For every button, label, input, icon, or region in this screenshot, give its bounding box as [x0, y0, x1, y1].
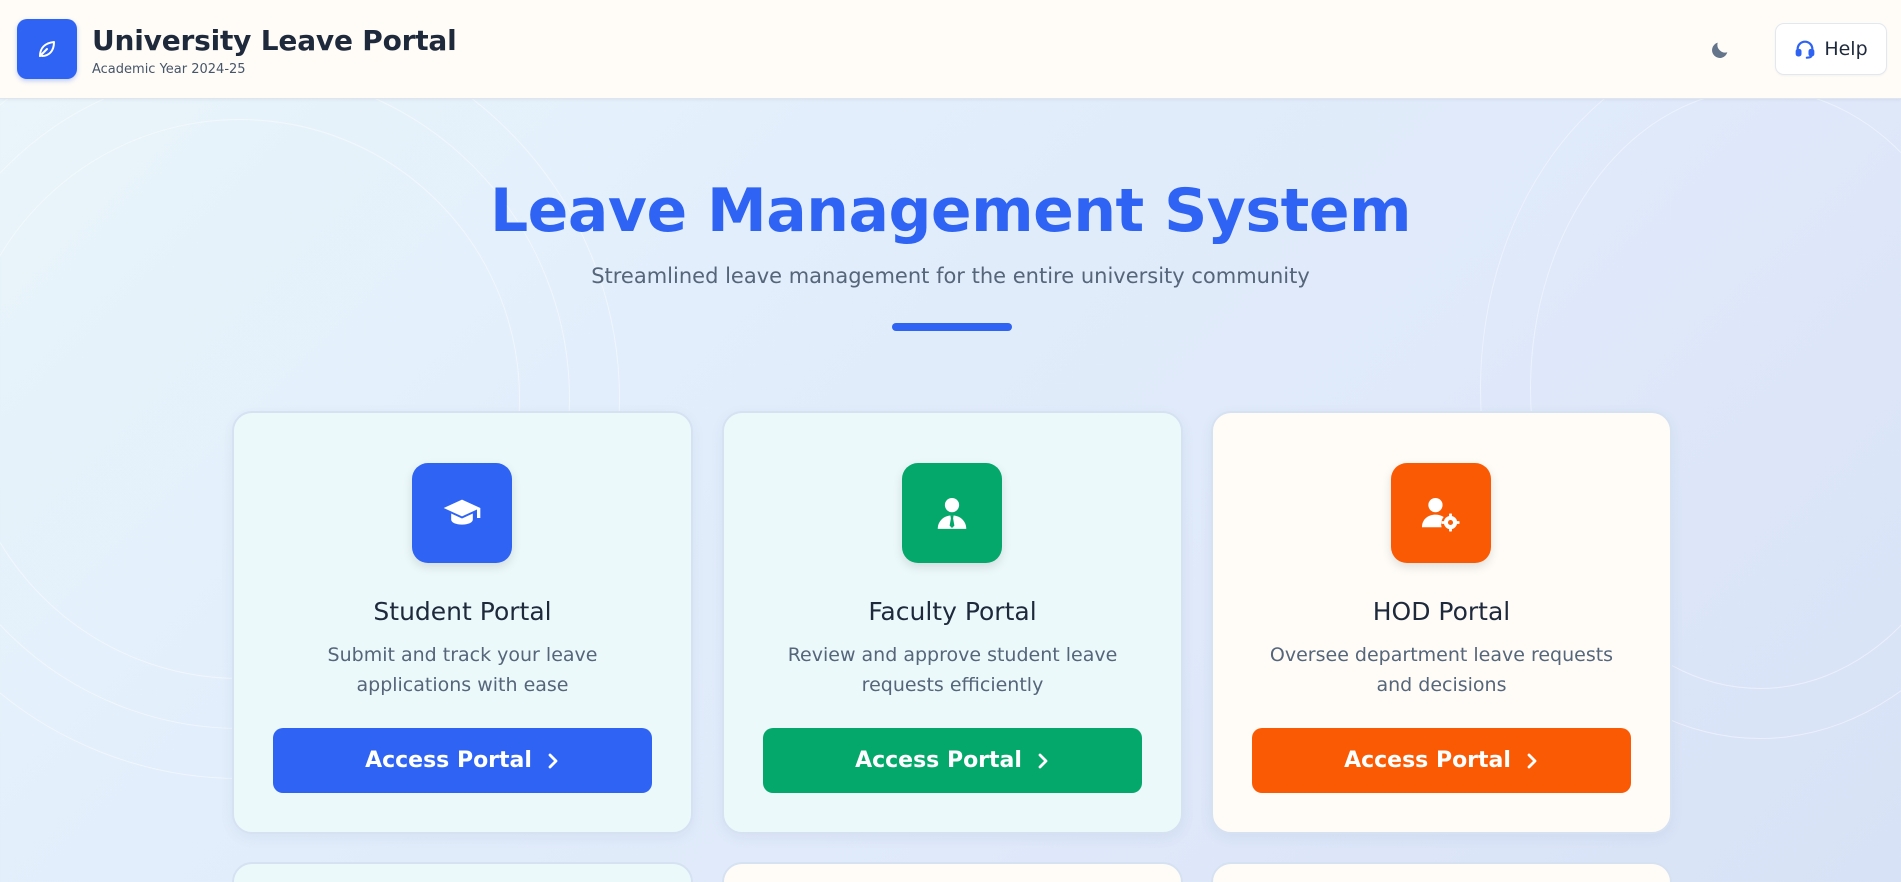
page-subtitle: Streamlined leave management for the ent… [591, 264, 1310, 288]
next-card-partial [232, 862, 693, 882]
moon-icon [1712, 42, 1728, 58]
hod-portal-title: HOD Portal [1372, 597, 1511, 626]
button-label: Access Portal [365, 748, 532, 773]
hod-portal-card: HOD Portal Oversee department leave requ… [1211, 411, 1672, 834]
title-underline [892, 323, 1012, 331]
help-button[interactable]: Help [1775, 23, 1887, 75]
button-label: Access Portal [855, 748, 1022, 773]
app-logo[interactable] [17, 19, 77, 79]
top-header: University Leave Portal Academic Year 20… [0, 0, 1901, 99]
headset-icon [1795, 40, 1815, 59]
hod-portal-description: Oversee department leave requests and de… [1269, 644, 1614, 696]
chevron-right-icon [1527, 753, 1537, 768]
graduation-cap-icon [443, 499, 481, 525]
chevron-right-icon [548, 753, 558, 768]
student-access-portal-button[interactable]: Access Portal [273, 728, 652, 793]
page-title: Leave Management System [489, 176, 1412, 246]
academic-year: Academic Year 2024-25 [92, 62, 246, 77]
theme-toggle-button[interactable] [1706, 36, 1734, 64]
faculty-portal-description: Review and approve student leave request… [787, 644, 1118, 696]
leaf-icon [39, 41, 55, 57]
faculty-access-portal-button[interactable]: Access Portal [763, 728, 1142, 793]
app-title: University Leave Portal [92, 24, 457, 57]
faculty-icon-box [902, 463, 1002, 563]
faculty-portal-card: Faculty Portal Review and approve studen… [722, 411, 1183, 834]
user-tie-icon [937, 497, 967, 529]
next-card-partial [1211, 862, 1672, 882]
hod-access-portal-button[interactable]: Access Portal [1252, 728, 1631, 793]
help-label: Help [1824, 38, 1868, 60]
faculty-portal-title: Faculty Portal [868, 597, 1037, 626]
chevron-right-icon [1038, 753, 1048, 768]
hod-icon-box [1391, 463, 1491, 563]
next-card-partial [722, 862, 1183, 882]
student-portal-title: Student Portal [373, 597, 552, 626]
button-label: Access Portal [1344, 748, 1511, 773]
student-portal-card: Student Portal Submit and track your lea… [232, 411, 693, 834]
student-icon-box [412, 463, 512, 563]
user-gear-icon [1422, 497, 1460, 532]
student-portal-description: Submit and track your leave applications… [327, 644, 598, 696]
